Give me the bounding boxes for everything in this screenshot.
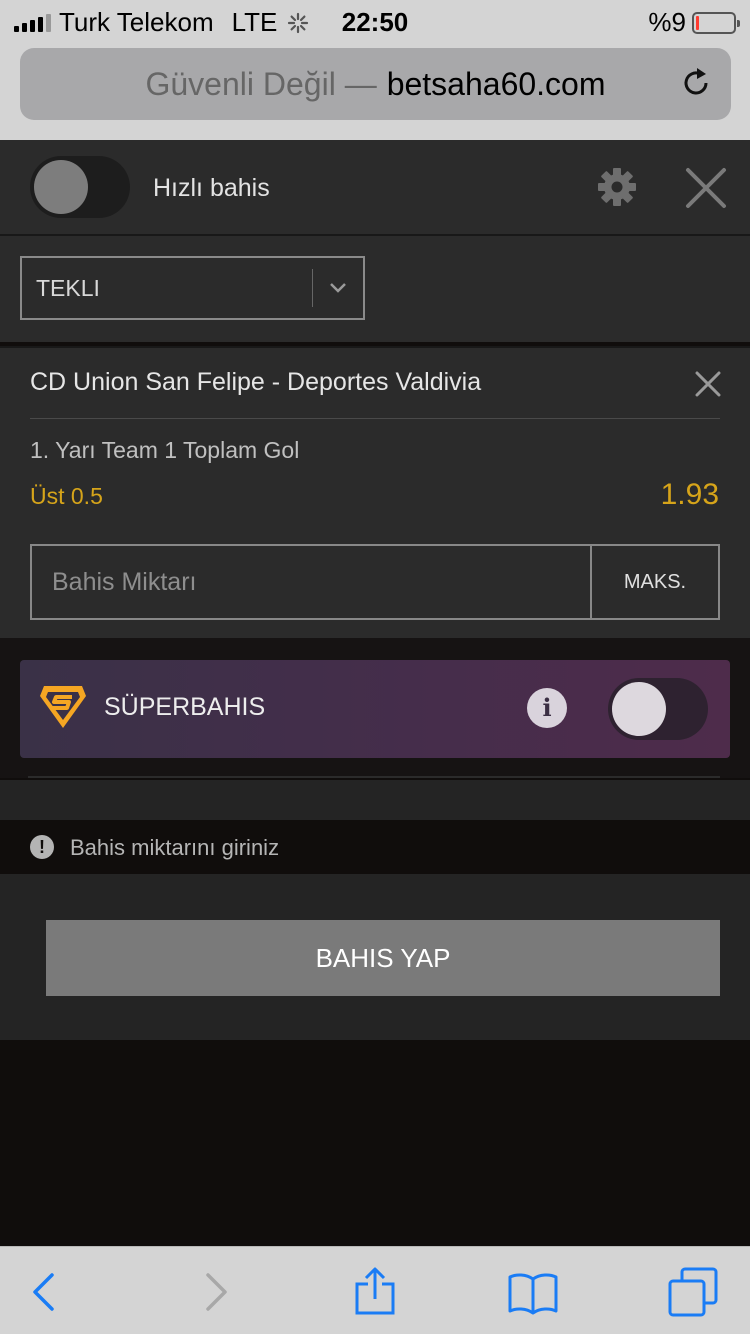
forward-icon[interactable]: [190, 1267, 240, 1317]
battery-percent: %9: [648, 7, 686, 37]
spacer: [0, 780, 750, 820]
submit-area: BAHIS YAP: [0, 874, 750, 1040]
tabs-icon[interactable]: [668, 1267, 718, 1317]
insecure-label: Güvenli Değil —: [145, 65, 377, 102]
stake-input[interactable]: [32, 546, 590, 618]
battery-icon: [692, 11, 740, 34]
chevron-down-icon: [313, 258, 363, 318]
divider: [28, 776, 720, 778]
bet-type-area: TEKLI: [0, 236, 750, 342]
status-bar: Turk Telekom LTE 22:50 %9: [0, 0, 750, 40]
quick-bet-label: Hızlı bahis: [153, 174, 270, 202]
address-bar[interactable]: Güvenli Değil — betsaha60.com: [20, 48, 731, 120]
remove-bet-icon[interactable]: [694, 370, 722, 398]
browser-toolbar: [0, 1246, 750, 1334]
place-bet-button[interactable]: BAHIS YAP: [46, 920, 720, 996]
empty-area: [0, 1040, 750, 1246]
gear-icon[interactable]: [596, 166, 638, 208]
close-betslip-icon[interactable]: [684, 166, 728, 210]
alert-icon: !: [30, 835, 54, 859]
reload-icon[interactable]: [679, 66, 713, 100]
max-stake-button[interactable]: MAKS.: [590, 546, 718, 618]
bookmarks-icon[interactable]: [508, 1267, 558, 1317]
selection-name: Üst 0.5: [30, 483, 103, 509]
validation-text: Bahis miktarını giriniz: [70, 835, 280, 860]
bet-card: CD Union San Felipe - Deportes Valdivia …: [0, 346, 750, 638]
back-icon[interactable]: [20, 1267, 70, 1317]
validation-message: ! Bahis miktarını giriniz: [0, 820, 750, 874]
superbet-toggle[interactable]: [608, 678, 708, 740]
bet-type-select[interactable]: TEKLI: [20, 256, 365, 320]
superbet-logo-icon: [40, 686, 86, 728]
market-name: 1. Yarı Team 1 Toplam Gol: [30, 437, 300, 463]
superbet-section: SÜPERBAHIS i: [0, 638, 750, 778]
clock: 22:50: [341, 7, 409, 37]
browser-address-area: Güvenli Değil — betsaha60.com: [0, 40, 750, 140]
stake-field: MAKS.: [30, 544, 720, 620]
event-name: CD Union San Felipe - Deportes Valdivia: [30, 368, 482, 396]
bet-type-value: TEKLI: [36, 274, 100, 301]
odds-value: 1.93: [660, 478, 719, 511]
superbet-label: SÜPERBAHIS: [104, 693, 266, 721]
superbet-panel: SÜPERBAHIS i: [20, 660, 730, 758]
info-icon[interactable]: i: [527, 688, 567, 728]
share-icon[interactable]: [350, 1267, 400, 1317]
quick-bet-toggle[interactable]: [30, 156, 130, 218]
site-host: betsaha60.com: [386, 65, 606, 102]
divider: [30, 418, 720, 419]
